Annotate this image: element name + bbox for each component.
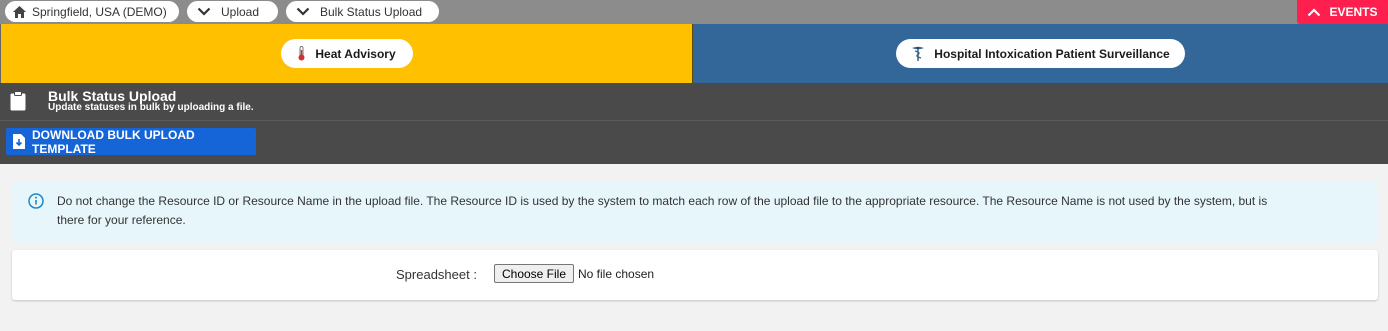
file-download-icon (13, 134, 25, 149)
info-notice: Do not change the Resource ID or Resourc… (12, 181, 1378, 243)
events-label: EVENTS (1329, 5, 1378, 19)
spreadsheet-label: Spreadsheet : (396, 267, 477, 282)
home-icon (13, 5, 26, 18)
breadcrumb-bulk-status-upload[interactable]: Bulk Status Upload (286, 1, 439, 22)
breadcrumb-location[interactable]: Springfield, USA (DEMO) (5, 1, 179, 22)
chevron-down-icon (296, 7, 310, 16)
choose-file-button[interactable]: Choose File (494, 264, 574, 283)
info-text: Do not change the Resource ID or Resourc… (57, 192, 1357, 230)
download-template-button[interactable]: DOWNLOAD BULK UPLOAD TEMPLATE (6, 127, 256, 156)
breadcrumb-bulk-label: Bulk Status Upload (320, 4, 423, 19)
thermometer-icon (297, 46, 306, 61)
top-bar: Springfield, USA (DEMO) Upload Bulk Stat… (0, 0, 1388, 24)
breadcrumb-upload[interactable]: Upload (187, 1, 278, 22)
incident-banners: Heat Advisory Hospital Intoxication Pati… (0, 24, 1388, 83)
heat-advisory-pill[interactable]: Heat Advisory (280, 39, 413, 68)
caduceus-icon (911, 46, 925, 61)
upload-card: Spreadsheet : Choose File No file chosen (12, 250, 1378, 300)
breadcrumb-location-label: Springfield, USA (DEMO) (32, 4, 167, 19)
events-button[interactable]: EVENTS (1297, 0, 1388, 24)
toolbar: DOWNLOAD BULK UPLOAD TEMPLATE (0, 121, 1388, 164)
page-subtitle: Update statuses in bulk by uploading a f… (48, 102, 254, 113)
breadcrumb-upload-label: Upload (221, 4, 260, 19)
hospital-surveillance-label: Hospital Intoxication Patient Surveillan… (934, 46, 1170, 61)
download-template-label: DOWNLOAD BULK UPLOAD TEMPLATE (32, 127, 195, 156)
info-text-line-2: there for your reference. (57, 213, 186, 227)
clipboard-icon (10, 91, 26, 116)
heat-advisory-label: Heat Advisory (315, 46, 396, 61)
hospital-surveillance-pill[interactable]: Hospital Intoxication Patient Surveillan… (896, 39, 1185, 68)
page-header: Bulk Status Upload Update statuses in bu… (0, 83, 1388, 121)
chevron-down-icon (197, 7, 211, 16)
info-text-line-1: Do not change the Resource ID or Resourc… (57, 194, 1268, 208)
chevron-up-icon (1307, 7, 1321, 17)
heat-advisory-banner: Heat Advisory (0, 24, 693, 83)
info-icon (28, 193, 44, 214)
file-status: No file chosen (578, 267, 655, 281)
hospital-surveillance-banner: Hospital Intoxication Patient Surveillan… (693, 24, 1388, 83)
